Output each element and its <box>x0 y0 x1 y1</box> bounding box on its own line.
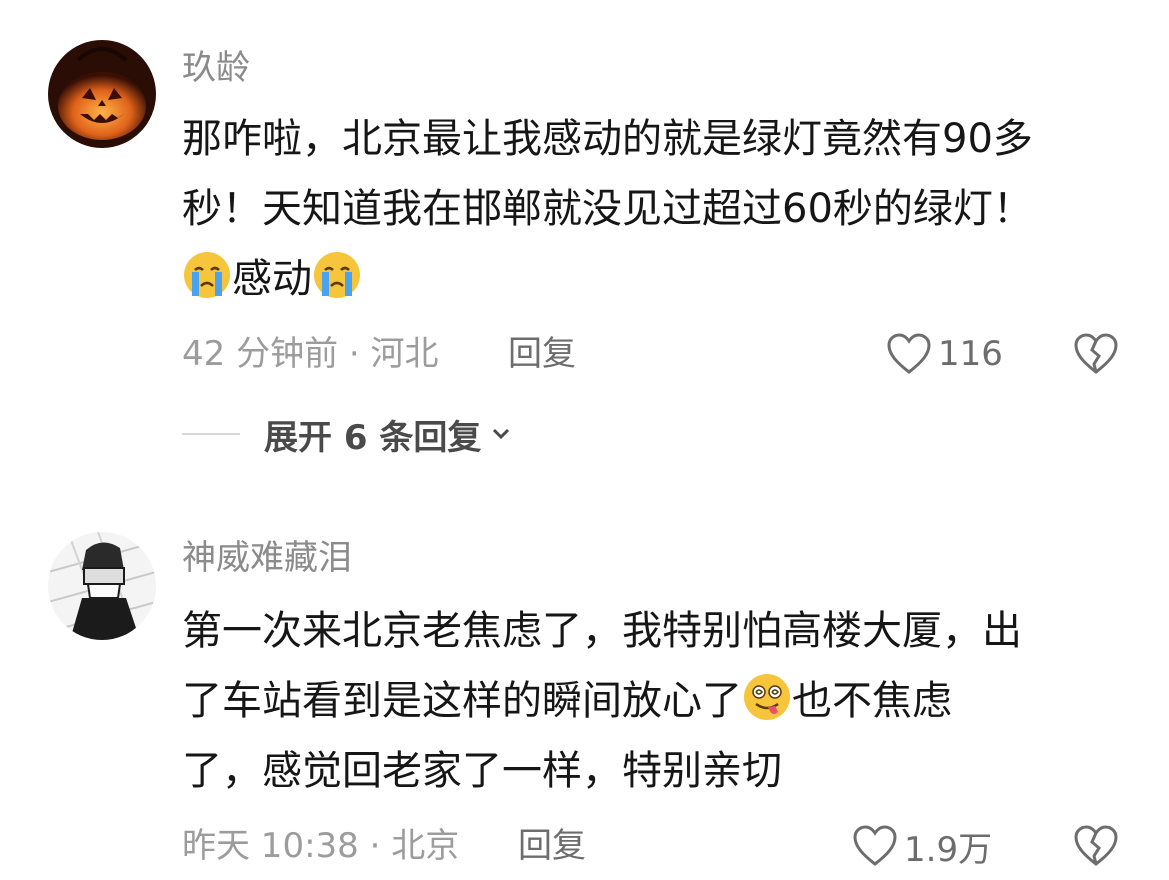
avatar[interactable] <box>48 532 156 640</box>
comment-username[interactable]: 神威难藏泪 <box>182 538 352 578</box>
like-count: 1.9万 <box>904 829 993 870</box>
reply-button[interactable]: 回复 <box>518 826 586 866</box>
like-button[interactable]: 1.9万 <box>852 822 992 870</box>
comment-item: 神威难藏泪 第一次来北京老焦虑了，我特别怕高楼大厦，出 了车站看到是这样的瞬间放… <box>0 0 1169 880</box>
dizzy-tongue-face-icon <box>744 674 790 720</box>
manga-avatar-image <box>48 532 156 640</box>
comment-text-inline: 也不焦虑 <box>792 678 952 724</box>
comment-time-location: 昨天 10:38 · 北京 <box>182 826 460 866</box>
heart-outline-icon <box>853 825 897 866</box>
comment-text-line: 了车站看到是这样的瞬间放心了 也不焦虑 <box>182 666 1132 736</box>
comment-text-inline: 了车站看到是这样的瞬间放心了 <box>182 678 742 724</box>
comment-text-line: 了，感觉回老家了一样，特别亲切 <box>182 748 782 794</box>
broken-heart-icon[interactable] <box>1072 822 1120 870</box>
comment-text: 第一次来北京老焦虑了，我特别怕高楼大厦，出 了车站看到是这样的瞬间放心了 也不焦… <box>182 596 1132 806</box>
comment-text-line: 第一次来北京老焦虑了，我特别怕高楼大厦，出 <box>182 608 1022 654</box>
